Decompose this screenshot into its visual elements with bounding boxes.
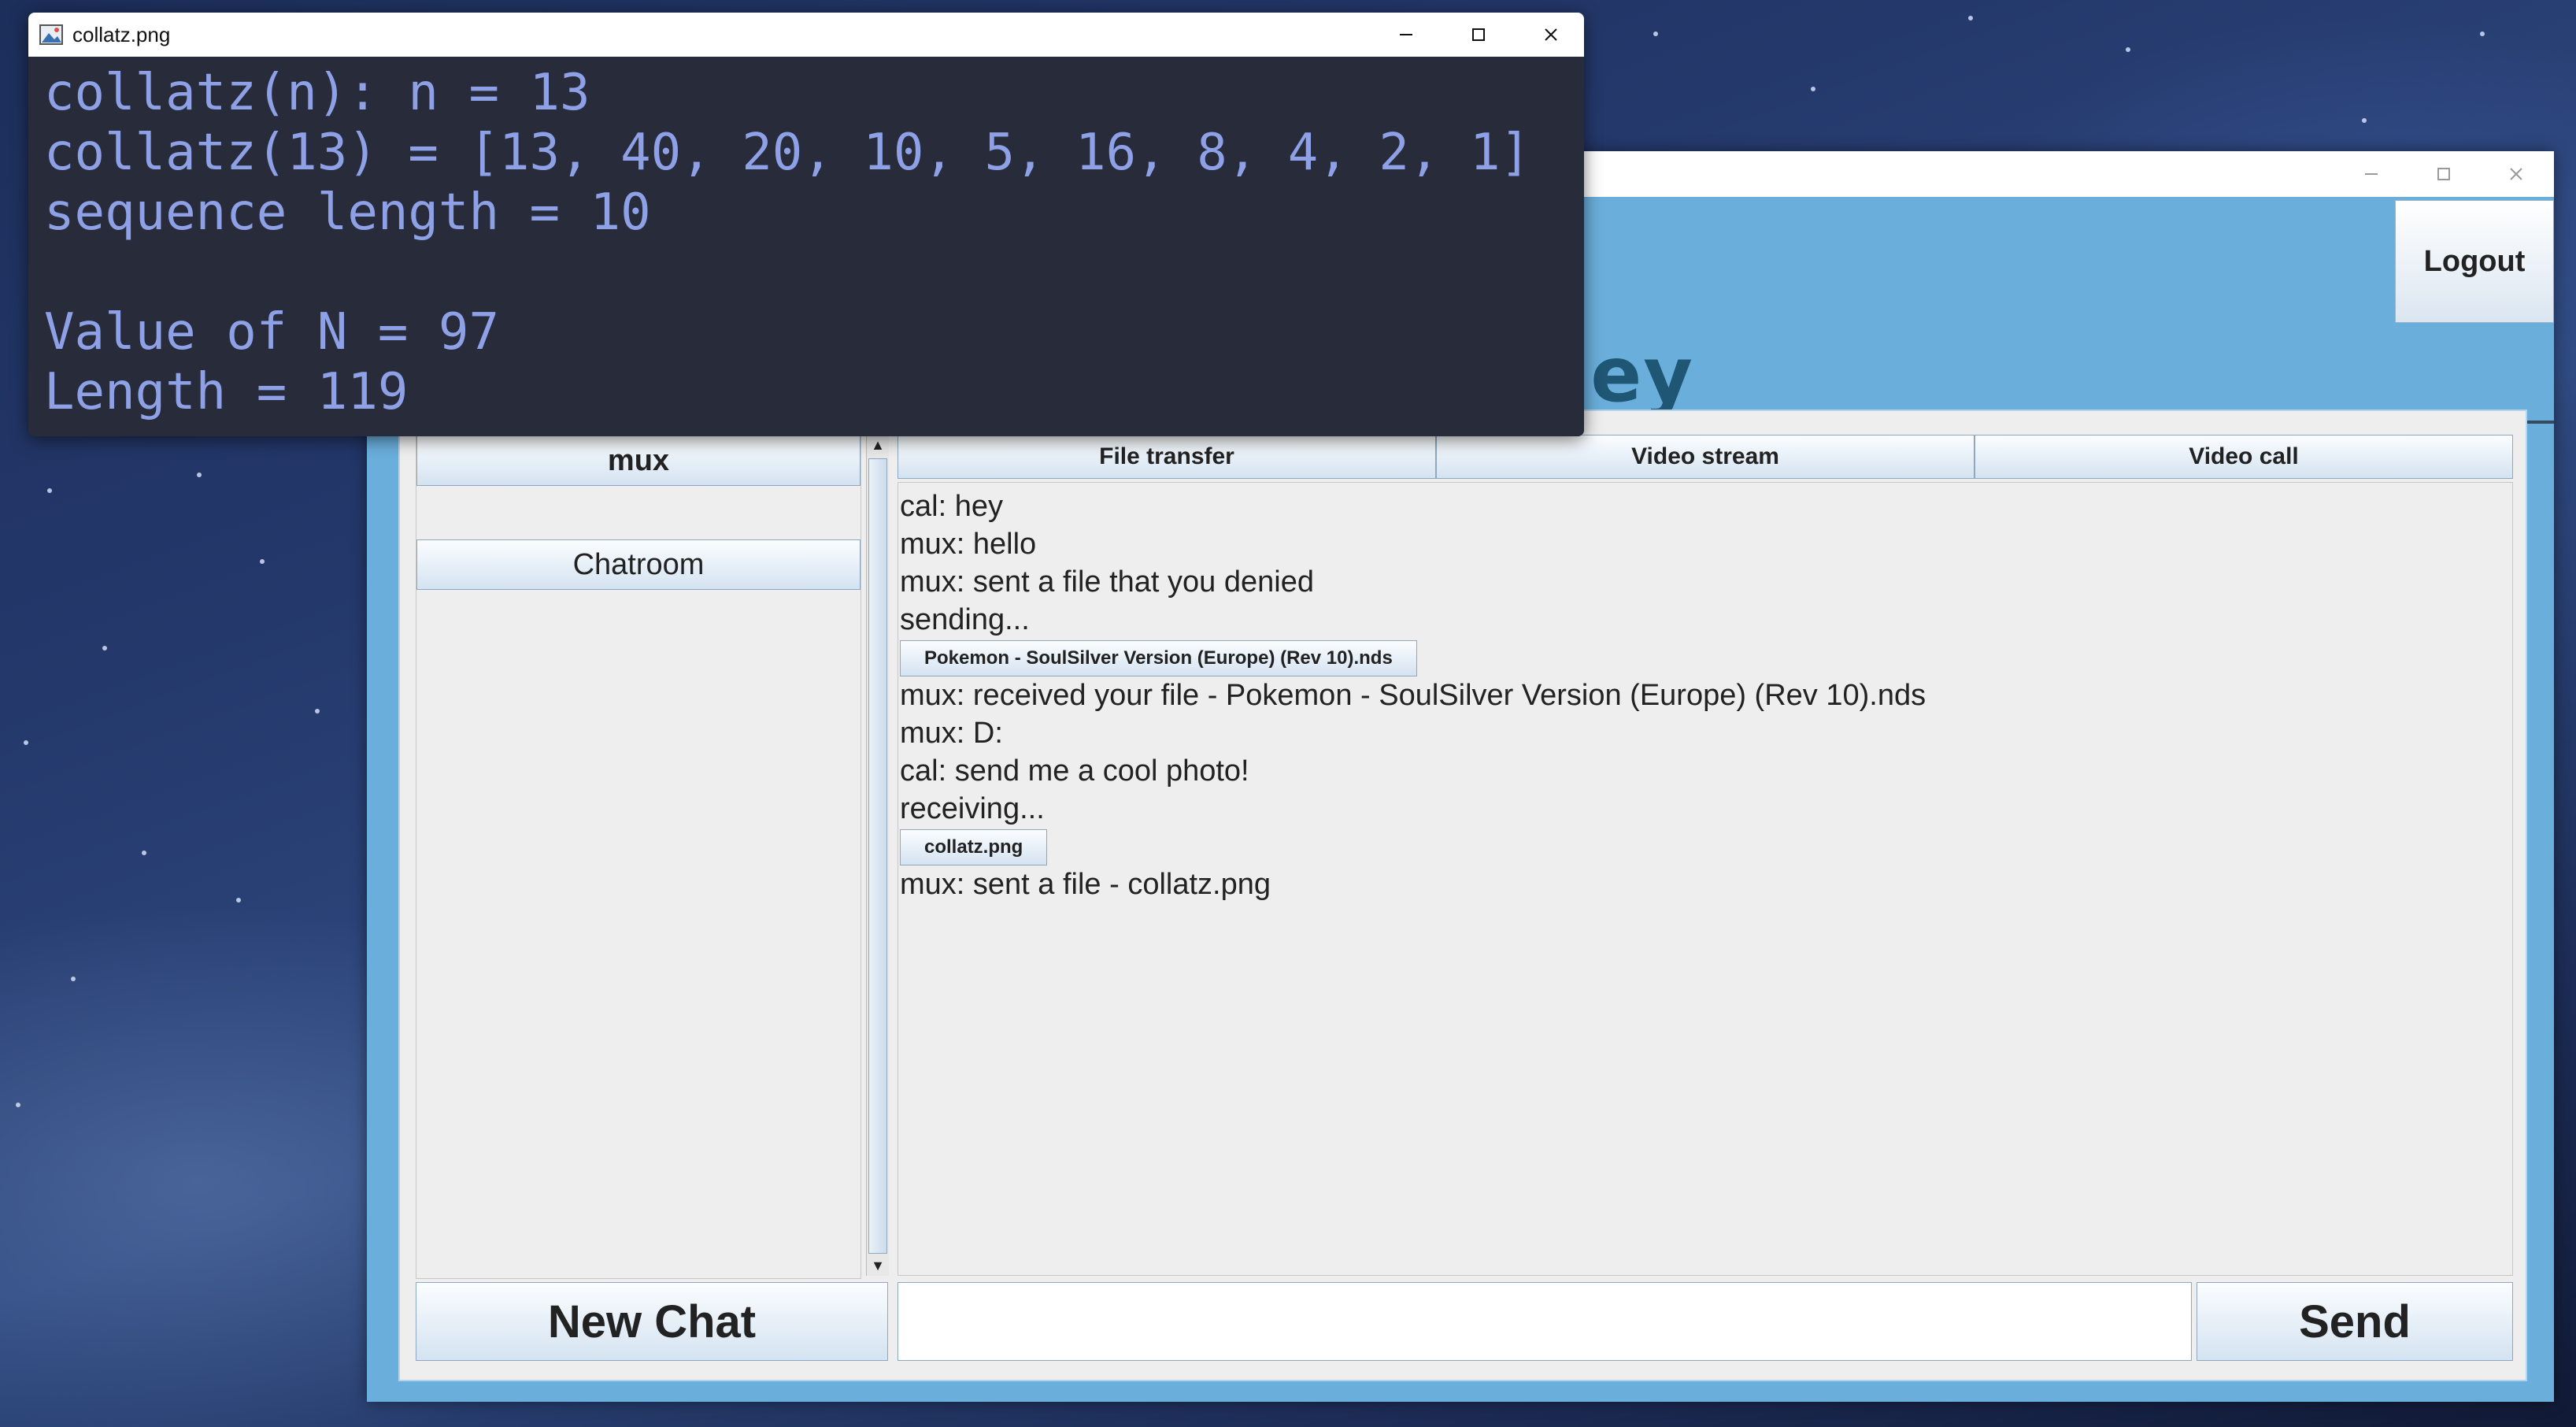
viewer-title: collatz.png [72, 23, 171, 46]
arrow-up-icon[interactable]: ▲ [867, 435, 889, 455]
minimize-icon[interactable] [1370, 13, 1442, 57]
chat-list-item-mux[interactable]: mux [416, 436, 861, 486]
chat-list-item-chatroom[interactable]: Chatroom [416, 539, 861, 590]
file-attachment-button[interactable]: Pokemon - SoulSilver Version (Europe) (R… [900, 640, 1417, 676]
media-tabs: File transfer Video stream Video call [898, 435, 2513, 479]
image-viewer-window: collatz.png collatz(n): n = 13 collatz(1… [28, 13, 1584, 436]
tab-video-call[interactable]: Video call [1975, 435, 2513, 479]
output-line: collatz(n): n = 13 [44, 64, 590, 122]
close-icon[interactable] [1515, 13, 1584, 57]
chat-main-panel: mux Chatroom ▲ ▼ New Chat File transfer … [398, 410, 2527, 1381]
output-line: collatz(13) = [13, 40, 20, 10, 5, 16, 8,… [44, 124, 1531, 182]
message-history: cal: hey mux: hello mux: sent a file tha… [898, 482, 2513, 1276]
output-line: Length = 119 [44, 363, 409, 421]
arrow-down-icon[interactable]: ▼ [867, 1255, 889, 1276]
message-line: sending... [900, 603, 1030, 636]
message-line: mux: sent a file - collatz.png [900, 868, 1271, 901]
file-attachment-button[interactable]: collatz.png [900, 829, 1048, 865]
message-line: receiving... [900, 792, 1045, 825]
output-line: sequence length = 10 [44, 183, 651, 242]
message-line: cal: send me a cool photo! [900, 754, 1249, 788]
message-line: mux: received your file - Pokemon - Soul… [900, 679, 1926, 712]
message-line: cal: hey [900, 490, 1003, 523]
output-line: Value of N = 97 [44, 303, 499, 361]
maximize-icon[interactable] [1442, 13, 1515, 57]
viewer-image-content: collatz(n): n = 13 collatz(13) = [13, 40… [28, 57, 1584, 436]
close-icon[interactable] [2480, 151, 2552, 197]
image-viewer-app-icon [39, 24, 63, 45]
viewer-titlebar[interactable]: collatz.png [28, 13, 1584, 57]
tab-video-stream[interactable]: Video stream [1436, 435, 1975, 479]
message-input[interactable] [898, 1282, 2192, 1361]
minimize-icon[interactable] [2335, 151, 2408, 197]
send-button[interactable]: Send [2197, 1282, 2513, 1361]
tab-file-transfer[interactable]: File transfer [898, 435, 1436, 479]
message-line: mux: D: [900, 717, 1003, 750]
chat-list-scrollbar[interactable]: ▲ ▼ [866, 435, 889, 1276]
message-line: mux: sent a file that you denied [900, 565, 1314, 599]
logout-button[interactable]: Logout [2395, 200, 2554, 323]
chat-list: mux Chatroom [416, 435, 861, 1279]
scrollbar-thumb[interactable] [868, 458, 887, 1254]
new-chat-button[interactable]: New Chat [416, 1282, 888, 1361]
maximize-icon[interactable] [2408, 151, 2480, 197]
message-line: mux: hello [900, 528, 1037, 561]
